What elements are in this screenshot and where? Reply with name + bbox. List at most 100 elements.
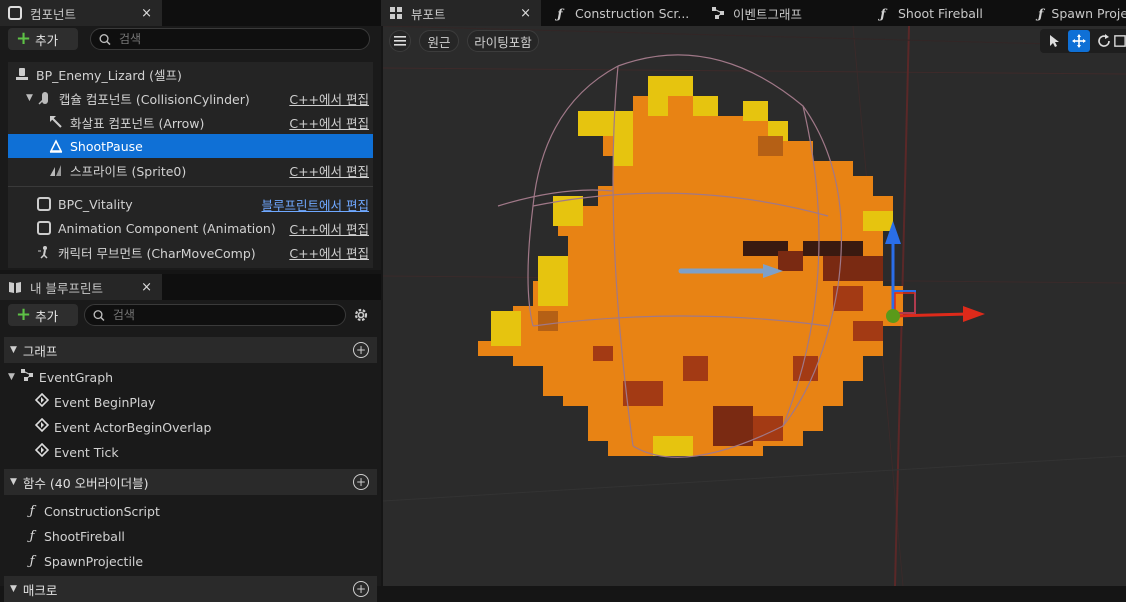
edit-in-cpp-link[interactable]: C++에서 편집 xyxy=(289,219,369,238)
components-panel: 컴포넌트 × + 추가 BP_Enemy_Lizard (셀프) ▼ 캡슐 컴포… xyxy=(0,0,381,270)
component-label: ShootPause xyxy=(70,138,143,154)
blueprint-search[interactable] xyxy=(84,304,346,326)
edit-in-cpp-link[interactable]: C++에서 편집 xyxy=(289,113,369,132)
rotate-icon[interactable] xyxy=(1093,30,1115,52)
tab-label: 뷰포트 xyxy=(411,6,446,22)
tab-shoot-fireball[interactable]: ƒ Shoot Fireball xyxy=(868,0,1028,26)
add-graph-icon[interactable]: + xyxy=(353,342,369,358)
edit-in-blueprint-link[interactable]: 블루프린트에서 편집 xyxy=(262,195,369,214)
divider xyxy=(8,186,373,187)
add-function-icon[interactable]: + xyxy=(353,474,369,490)
graph-item-eventgraph[interactable]: ▼ EventGraph xyxy=(8,365,113,389)
sprite-icon xyxy=(48,162,64,178)
graph-item-actorbeginoverlap[interactable]: Event ActorBeginOverlap xyxy=(34,415,211,439)
graph-section-label: 그래프 xyxy=(22,343,58,359)
viewport-scene xyxy=(383,26,1126,586)
scale-icon[interactable] xyxy=(1114,30,1126,52)
graph-item-tick[interactable]: Event Tick xyxy=(34,440,119,464)
component-row-self[interactable]: BP_Enemy_Lizard (셀프) xyxy=(8,62,373,86)
perspective-label: 원근 xyxy=(427,34,451,50)
move-icon[interactable] xyxy=(1068,30,1090,52)
function-icon: ƒ xyxy=(29,503,35,519)
functions-section[interactable]: ▼ 함수 (40 오버라이더블) + xyxy=(4,469,377,495)
close-icon[interactable]: × xyxy=(520,6,531,21)
component-icon xyxy=(36,220,52,236)
components-tab[interactable]: 컴포넌트 × xyxy=(0,0,162,26)
blueprint-add-button[interactable]: + 추가 xyxy=(8,304,78,326)
component-row-movement[interactable]: 캐릭터 무브먼트 (CharMoveComp) C++에서 편집 xyxy=(8,240,373,264)
component-row-arrow[interactable]: 화살표 컴포넌트 (Arrow) C++에서 편집 xyxy=(8,110,373,134)
functions-section-label: 함수 (40 오버라이더블) xyxy=(22,475,149,491)
select-icon[interactable] xyxy=(1044,30,1066,52)
movement-icon xyxy=(36,244,52,260)
perspective-button[interactable]: 원근 xyxy=(419,30,459,52)
tab-label: 이벤트그래프 xyxy=(733,6,803,22)
gear-icon[interactable] xyxy=(352,306,370,324)
component-label: Animation Component (Animation) xyxy=(58,220,276,236)
actor-icon xyxy=(14,66,30,82)
edit-in-cpp-link[interactable]: C++에서 편집 xyxy=(289,161,369,180)
lighting-label: 라이팅포함 xyxy=(474,34,532,50)
book-icon xyxy=(8,280,22,294)
viewport-icon xyxy=(389,6,403,20)
collapse-arrow-icon: ▼ xyxy=(8,372,15,382)
collapse-arrow-icon: ▼ xyxy=(10,477,17,487)
plus-icon: + xyxy=(16,28,32,49)
capsule-icon xyxy=(37,90,53,106)
macro-section[interactable]: ▼ 매크로 + xyxy=(4,576,377,602)
component-row-animation[interactable]: Animation Component (Animation) C++에서 편집 xyxy=(8,216,373,240)
tab-label: Construction Scr... xyxy=(575,5,690,21)
close-icon[interactable]: × xyxy=(141,6,152,21)
function-item-spawnprojectile[interactable]: ƒ SpawnProjectile xyxy=(24,549,144,573)
graph-item-beginplay[interactable]: Event BeginPlay xyxy=(34,390,155,414)
graph-item-label: EventGraph xyxy=(38,369,114,385)
blueprint-search-input[interactable] xyxy=(110,307,345,323)
plus-icon: + xyxy=(16,304,32,325)
tab-viewport[interactable]: 뷰포트 × xyxy=(381,0,541,26)
component-icon xyxy=(8,6,22,20)
add-macro-icon[interactable]: + xyxy=(353,581,369,597)
component-row-sprite[interactable]: 스프라이트 (Sprite0) C++에서 편집 xyxy=(8,158,373,182)
lizard-sprite xyxy=(478,76,903,456)
graph-item-label: Event ActorBeginOverlap xyxy=(54,419,212,435)
components-search-input[interactable] xyxy=(116,31,369,47)
components-search[interactable] xyxy=(90,28,370,50)
viewport[interactable]: 원근 라이팅포함 xyxy=(383,26,1126,586)
lighting-button[interactable]: 라이팅포함 xyxy=(467,30,539,52)
search-icon xyxy=(93,309,105,321)
component-label: 화살표 컴포넌트 (Arrow) xyxy=(70,115,205,131)
edit-in-cpp-link[interactable]: C++에서 편집 xyxy=(289,243,369,262)
tab-label: Spawn Proje xyxy=(1051,5,1126,21)
components-add-label: 추가 xyxy=(35,32,59,48)
close-icon[interactable]: × xyxy=(141,280,152,295)
tab-spawn-projectile[interactable]: ƒ Spawn Proje xyxy=(1030,0,1126,26)
hamburger-icon xyxy=(394,36,406,46)
my-blueprint-panel: 내 블루프린트 × + 추가 ▼ 그래프 + ▼ EventGraph Even… xyxy=(0,274,381,602)
component-row-capsule[interactable]: ▼ 캡슐 컴포넌트 (CollisionCylinder) C++에서 편집 xyxy=(8,86,373,110)
collapse-arrow-icon[interactable]: ▼ xyxy=(26,93,33,103)
collapse-arrow-icon: ▼ xyxy=(10,345,17,355)
component-label: BPC_Vitality xyxy=(58,196,133,212)
component-label: 캐릭터 무브먼트 (CharMoveComp) xyxy=(58,245,256,261)
component-row-vitality[interactable]: BPC_Vitality 블루프린트에서 편집 xyxy=(8,192,373,216)
function-item-shootfireball[interactable]: ƒ ShootFireball xyxy=(24,524,125,548)
event-icon xyxy=(34,417,50,436)
tab-construction-script[interactable]: ƒ Construction Scr... xyxy=(545,0,705,26)
graph-item-label: Event BeginPlay xyxy=(54,394,156,410)
graph-section[interactable]: ▼ 그래프 + xyxy=(4,337,377,363)
component-icon xyxy=(36,196,52,212)
edit-in-cpp-link[interactable]: C++에서 편집 xyxy=(289,89,369,108)
viewport-menu-button[interactable] xyxy=(389,30,411,52)
function-item-construction[interactable]: ƒ ConstructionScript xyxy=(24,499,160,523)
tab-event-graph[interactable]: 이벤트그래프 xyxy=(703,0,863,26)
my-blueprint-tab[interactable]: 내 블루프린트 × xyxy=(0,274,162,300)
components-add-button[interactable]: + 추가 xyxy=(8,28,78,50)
search-icon xyxy=(99,33,111,45)
function-item-label: SpawnProjectile xyxy=(44,553,144,569)
function-item-label: ShootFireball xyxy=(44,528,125,544)
function-icon: ƒ xyxy=(1038,5,1044,21)
component-row-shootpause[interactable]: ShootPause xyxy=(8,134,373,158)
event-icon xyxy=(34,392,50,411)
component-label: 캡슐 컴포넌트 (CollisionCylinder) xyxy=(58,91,250,107)
components-tab-label: 컴포넌트 xyxy=(30,6,77,22)
